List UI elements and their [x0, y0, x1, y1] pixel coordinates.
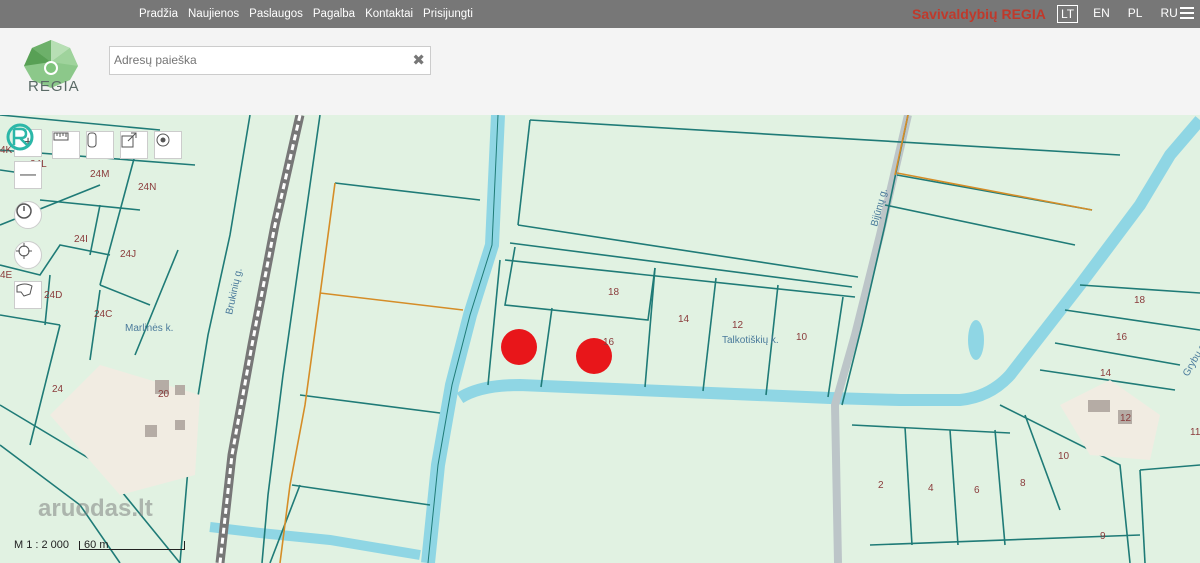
parcel-label: 16: [603, 337, 615, 348]
share-icon[interactable]: [120, 131, 148, 159]
parcel-label: 6: [974, 485, 980, 496]
parcel-label: 14: [678, 314, 690, 325]
parcel-boundaries: [0, 115, 1200, 563]
parcel-label: 11: [1190, 427, 1200, 438]
parcel-label: 24: [52, 384, 64, 395]
lang-en[interactable]: EN: [1090, 5, 1113, 23]
regia-logo-icon[interactable]: [18, 38, 84, 114]
nav-link-help[interactable]: Pagalba: [313, 8, 355, 20]
nav-link-services[interactable]: Paslaugos: [249, 8, 303, 20]
locate-icon[interactable]: [154, 131, 182, 159]
parcel-label: 18: [1134, 295, 1146, 306]
parcel-label: 24I: [74, 234, 88, 245]
brand-title: Savivaldybių REGIA: [912, 6, 1046, 22]
address-search-input[interactable]: [110, 47, 408, 72]
parcel-label: 18: [608, 287, 620, 298]
parcel-label: 4: [928, 483, 934, 494]
nav-link-login[interactable]: Prisijungti: [423, 8, 473, 20]
parcel-label: 12: [732, 320, 744, 331]
place-name: Marlinės k.: [125, 323, 173, 334]
parcel-label: 24N: [138, 182, 156, 193]
lang-ru[interactable]: RU: [1157, 5, 1180, 23]
parcel-label: 14: [1100, 368, 1112, 379]
draw-area-icon[interactable]: [14, 281, 42, 309]
menu-icon[interactable]: [1180, 7, 1194, 19]
parcel-label: 10: [796, 332, 808, 343]
nav-link-contacts[interactable]: Kontaktai: [365, 8, 413, 20]
parcel-label: 16: [1116, 332, 1128, 343]
parcel-label: 9: [1100, 531, 1106, 542]
nav-link-home[interactable]: Pradžia: [139, 8, 178, 20]
regia-corner-icon: [6, 123, 34, 151]
side-canal: [456, 116, 1200, 406]
scale-bar: M 1 : 2 000 60 m: [14, 539, 186, 551]
lower-canal: [209, 522, 421, 560]
header-area: REGIA ✖: [0, 28, 1200, 115]
history-icon[interactable]: [14, 201, 42, 229]
parcel-label: 4E: [0, 270, 13, 281]
parcel-label: 10: [1058, 451, 1070, 462]
parcel-label: 24D: [44, 290, 62, 301]
lang-pl[interactable]: PL: [1125, 5, 1146, 23]
map-view[interactable]: 4K 24L 24M 24N 24I 24J 4E 24D 24C 24 20 …: [0, 115, 1200, 563]
parcel-label: 24M: [90, 169, 109, 180]
parcel-label: 12: [1120, 413, 1132, 424]
logo-text: REGIA: [28, 78, 80, 95]
parcel-label: 24J: [120, 249, 136, 260]
location-marker[interactable]: [501, 329, 537, 365]
main-canal: [421, 115, 505, 563]
nav-links: Pradžia Naujienos Paslaugos Pagalba Kont…: [139, 0, 473, 28]
clear-search-icon[interactable]: ✖: [412, 51, 425, 69]
top-navigation: Pradžia Naujienos Paslaugos Pagalba Kont…: [0, 0, 1200, 28]
place-name: Talkotiškių k.: [722, 335, 779, 346]
target-icon[interactable]: [14, 241, 42, 269]
cadastral-map[interactable]: 4K 24L 24M 24N 24I 24J 4E 24D 24C 24 20 …: [0, 115, 1200, 563]
language-switcher: LT EN PL RU: [1057, 5, 1181, 23]
street-name: Grybų g.: [1181, 340, 1200, 379]
parcel-label: 20: [158, 389, 170, 400]
watermark: aruodas.lt: [38, 495, 153, 522]
scale-distance: 60 m: [79, 539, 186, 550]
parcel-label: 2: [878, 480, 884, 491]
lang-lt[interactable]: LT: [1057, 5, 1079, 23]
pond: [968, 320, 984, 360]
scale-ratio: M 1 : 2 000: [14, 539, 70, 551]
nav-link-news[interactable]: Naujienos: [188, 8, 239, 20]
parcel-label: 8: [1020, 478, 1026, 489]
parcel-label: 24C: [94, 309, 112, 320]
road: [830, 115, 912, 563]
mobile-icon[interactable]: [86, 131, 114, 159]
street-name: Brukinių g.: [224, 267, 245, 316]
zoom-out-button[interactable]: —: [14, 161, 42, 189]
measure-icon[interactable]: [52, 131, 80, 159]
address-search: ✖: [109, 46, 431, 75]
